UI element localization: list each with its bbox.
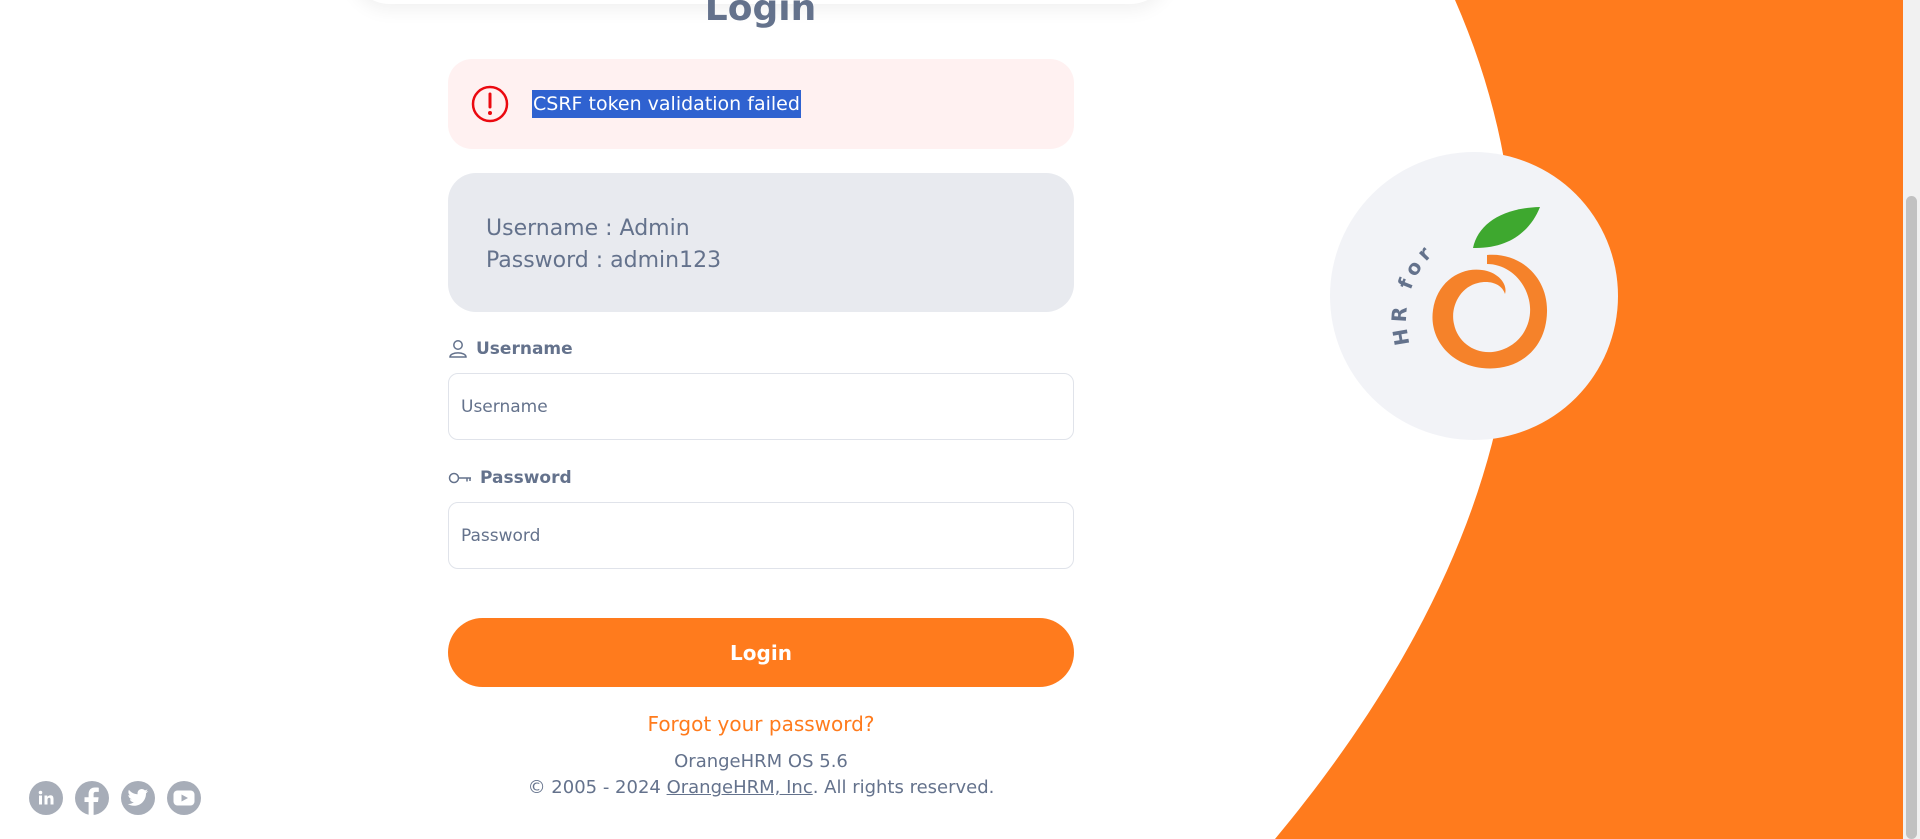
user-icon: [449, 340, 467, 358]
version-text: OrangeHRM OS 5.6: [674, 751, 848, 772]
alert-message: CSRF token validation failed: [532, 90, 801, 118]
username-label-text: Username: [476, 339, 573, 359]
scrollbar-thumb[interactable]: [1906, 196, 1917, 839]
company-link[interactable]: OrangeHRM, Inc: [667, 777, 813, 798]
copyright-text: © 2005 - 2024 OrangeHRM, Inc. All rights…: [400, 777, 1122, 798]
copyright-suffix: . All rights reserved.: [812, 777, 995, 798]
exclamation-circle-icon: [471, 85, 509, 123]
username-input[interactable]: [448, 373, 1074, 440]
page-title: Login: [704, 0, 817, 29]
svg-text:HR for ALL: HR for ALL: [1330, 152, 1449, 347]
copyright-prefix: © 2005 - 2024: [527, 777, 667, 798]
credentials-hint: Username : Admin Password : admin123: [448, 173, 1074, 312]
password-label-text: Password: [480, 468, 572, 488]
linkedin-icon[interactable]: [29, 781, 63, 815]
page-scrollbar[interactable]: [1903, 0, 1920, 839]
youtube-icon[interactable]: [167, 781, 201, 815]
facebook-icon[interactable]: [75, 781, 109, 815]
login-button[interactable]: Login: [448, 618, 1074, 687]
brand-logo-circle: HR for ALL: [1320, 133, 1618, 440]
social-links: [29, 781, 201, 815]
forgot-password-link[interactable]: Forgot your password?: [448, 712, 1074, 736]
twitter-icon[interactable]: [121, 781, 155, 815]
password-label: Password: [448, 468, 572, 488]
error-alert: CSRF token validation failed: [448, 59, 1074, 149]
key-icon: [448, 472, 471, 484]
password-input[interactable]: [448, 502, 1074, 569]
username-label: Username: [448, 339, 573, 359]
hint-username: Username : Admin: [486, 216, 690, 241]
logo-tagline: HR for ALL: [1320, 133, 1444, 347]
hint-password: Password : admin123: [486, 248, 722, 273]
orangehrm-logo: HR for ALL: [1320, 133, 1548, 369]
